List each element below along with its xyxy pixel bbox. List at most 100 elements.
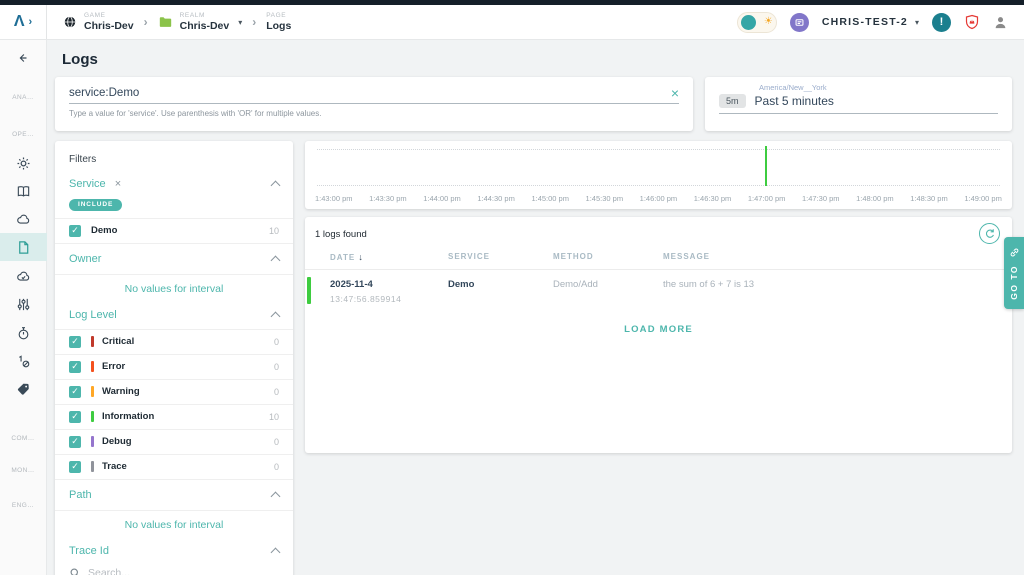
logs-table-card: 1 logs found DATE ↓ SERVICE METHOD MESSA… <box>305 217 1012 453</box>
log-date: 2025-11-4 <box>330 279 448 290</box>
admin-shield-icon[interactable] <box>964 14 980 30</box>
filter-group-path: Path <box>55 479 293 504</box>
arrow-left-icon <box>16 51 30 65</box>
filter-value-label: Demo <box>91 225 117 236</box>
filter-row-information: ✓ Information 10 <box>55 404 293 429</box>
filter-count: 10 <box>269 226 279 236</box>
user-profile-icon[interactable] <box>993 15 1008 30</box>
sun-icon: ☀ <box>764 17 773 27</box>
owner-empty-message: No values for interval <box>55 274 293 303</box>
column-header-service[interactable]: SERVICE <box>448 252 553 262</box>
filter-count: 0 <box>274 387 279 397</box>
breadcrumb-game-value: Chris-Dev <box>84 20 134 32</box>
sidebar-item-config[interactable] <box>0 290 47 318</box>
sidebar-item-scheduler[interactable] <box>0 319 47 347</box>
axis-tick: 1:48:00 pm <box>856 194 894 203</box>
column-header-method[interactable]: METHOD <box>553 252 663 262</box>
sidebar-item-leaderboards[interactable] <box>0 347 47 375</box>
time-range-select[interactable]: 5m Past 5 minutes <box>719 92 998 114</box>
log-timeline-chart[interactable]: 1:43:00 pm 1:43:30 pm 1:44:00 pm 1:44:30… <box>305 141 1012 209</box>
filter-value-label: Error <box>102 361 125 372</box>
level-color-bar <box>91 461 94 472</box>
theme-toggle[interactable]: ☀ <box>737 12 777 33</box>
checkbox-checked-icon[interactable]: ✓ <box>69 361 81 373</box>
filter-count: 0 <box>274 437 279 447</box>
checkbox-checked-icon[interactable]: ✓ <box>69 386 81 398</box>
collapse-chevron-icon[interactable] <box>271 181 281 191</box>
logs-count-summary: 1 logs found <box>315 229 1012 240</box>
refresh-button[interactable] <box>979 223 1000 244</box>
sidebar-item-settings[interactable] <box>0 149 47 177</box>
checkbox-checked-icon[interactable]: ✓ <box>69 336 81 348</box>
filters-title: Filters <box>55 141 293 169</box>
checkbox-checked-icon[interactable]: ✓ <box>69 436 81 448</box>
axis-tick: 1:45:00 pm <box>531 194 569 203</box>
filter-row-critical: ✓ Critical 0 <box>55 329 293 354</box>
axis-tick: 1:45:30 pm <box>586 194 624 203</box>
breadcrumb-realm[interactable]: REALM Chris-Dev ▾ <box>158 12 243 32</box>
collapse-sidebar-button[interactable] <box>0 44 47 72</box>
goto-side-tab[interactable]: GO TO <box>1004 237 1024 309</box>
filter-group-trace-id-label[interactable]: Trace Id <box>69 545 109 557</box>
clear-search-icon[interactable]: × <box>671 86 679 100</box>
filter-group-log-level: Log Level <box>55 303 293 324</box>
app-logo[interactable]: Λ › <box>0 5 47 39</box>
time-range-card: America/New__York 5m Past 5 minutes <box>705 77 1012 131</box>
filter-group-log-level-label[interactable]: Log Level <box>69 309 117 321</box>
left-nav-rail: ANA… OPE… <box>0 40 47 575</box>
header-actions: ☀ CHRIS-TEST-2 ▾ ! <box>737 5 1024 39</box>
level-color-bar <box>91 336 94 347</box>
level-color-bar <box>91 436 94 447</box>
timeline-plot-area <box>317 149 1000 186</box>
timeline-event-bar[interactable] <box>765 146 767 186</box>
axis-tick: 1:46:30 pm <box>694 194 732 203</box>
filter-group-path-label[interactable]: Path <box>69 489 92 501</box>
sidebar-item-tags[interactable] <box>0 375 47 403</box>
filter-value-label: Trace <box>102 461 127 472</box>
level-color-bar <box>91 386 94 397</box>
filter-row-error: ✓ Error 0 <box>55 354 293 379</box>
table-header-row: DATE ↓ SERVICE METHOD MESSAGE <box>305 240 1012 270</box>
page-title: Logs <box>62 51 1012 68</box>
checkbox-checked-icon[interactable]: ✓ <box>69 225 81 237</box>
logo-lambda-icon: Λ <box>14 14 25 30</box>
collapse-chevron-icon[interactable] <box>271 311 281 321</box>
app-root: Λ › GAME Chris-Dev › REALM Chris <box>0 0 1024 575</box>
trace-id-search-input[interactable] <box>88 567 279 575</box>
account-menu[interactable]: CHRIS-TEST-2 ▾ <box>822 16 919 28</box>
table-row[interactable]: 2025-11-4 13:47:56.859914 Demo Demo/Add … <box>305 270 1012 312</box>
filter-group-trace-id: Trace Id <box>55 539 293 560</box>
top-header-bar: Λ › GAME Chris-Dev › REALM Chris <box>0 5 1024 40</box>
alerts-button[interactable]: ! <box>932 13 951 32</box>
nav-section-engagement: ENG… <box>12 502 34 509</box>
feedback-button[interactable] <box>790 13 809 32</box>
account-caret-icon: ▾ <box>915 18 919 27</box>
filter-group-service-label[interactable]: Service <box>69 178 106 190</box>
collapse-chevron-icon[interactable] <box>271 547 281 557</box>
log-level-marker <box>307 277 311 304</box>
column-header-message[interactable]: MESSAGE <box>663 252 1000 262</box>
log-method: Demo/Add <box>553 279 663 304</box>
collapse-chevron-icon[interactable] <box>271 491 281 501</box>
breadcrumb-game[interactable]: GAME Chris-Dev <box>63 12 134 32</box>
load-more-button[interactable]: LOAD MORE <box>305 324 1012 335</box>
sidebar-item-content[interactable] <box>0 177 47 205</box>
remove-service-filter-icon[interactable]: × <box>115 178 121 190</box>
collapse-chevron-icon[interactable] <box>271 255 281 265</box>
realm-caret-icon[interactable]: ▾ <box>238 18 242 27</box>
sidebar-item-logs[interactable] <box>0 233 47 261</box>
gear-icon <box>16 156 31 171</box>
checkbox-checked-icon[interactable]: ✓ <box>69 411 81 423</box>
log-search-input[interactable] <box>69 87 671 99</box>
book-icon <box>16 184 31 199</box>
filter-count: 0 <box>274 337 279 347</box>
theme-toggle-knob <box>741 15 756 30</box>
checkbox-checked-icon[interactable]: ✓ <box>69 461 81 473</box>
breadcrumb: GAME Chris-Dev › REALM Chris-Dev ▾ › PAG… <box>63 5 291 39</box>
sidebar-item-cloud[interactable] <box>0 205 47 233</box>
time-range-value: Past 5 minutes <box>755 94 834 108</box>
sidebar-item-cloud-services[interactable] <box>0 262 47 290</box>
filter-group-owner-label[interactable]: Owner <box>69 253 101 265</box>
column-header-date[interactable]: DATE ↓ <box>330 252 448 262</box>
filter-group-service: Service × <box>55 169 293 193</box>
